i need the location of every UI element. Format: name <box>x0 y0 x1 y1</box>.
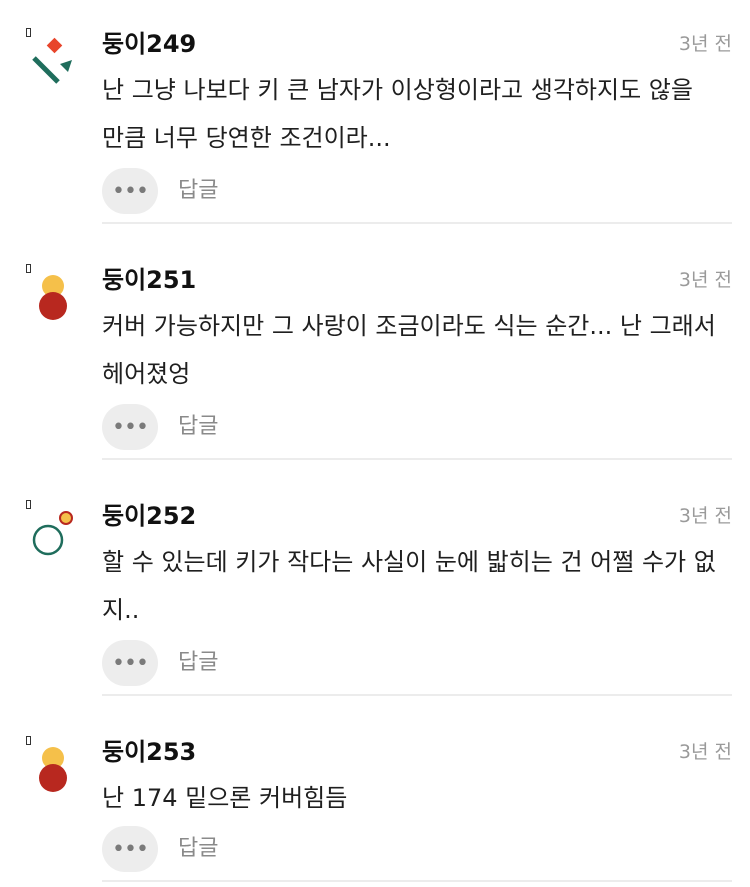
pin-icon <box>26 28 31 37</box>
snowman-avatar-icon <box>39 275 67 320</box>
divider <box>102 694 732 696</box>
comment-item: 둥이249 3년 전 난 그냥 나보다 키 큰 남자가 이상형이라고 생각하지도… <box>0 28 750 224</box>
more-options-button[interactable]: ••• <box>102 640 158 686</box>
comment-time: 3년 전 <box>678 505 732 527</box>
pin-icon <box>26 736 31 745</box>
comment-item: 둥이253 3년 전 난 174 밑으론 커버힘듬 ••• 답글 <box>0 736 750 886</box>
comment-time: 3년 전 <box>678 269 732 291</box>
divider <box>102 458 732 460</box>
avatar[interactable] <box>22 500 82 564</box>
snowman-avatar-icon <box>39 747 67 792</box>
comment-author[interactable]: 둥이249 <box>102 28 196 60</box>
comment-time: 3년 전 <box>678 33 732 55</box>
reply-button[interactable]: 답글 <box>178 640 218 686</box>
geometric-avatar-icon <box>32 37 72 84</box>
avatar[interactable] <box>22 28 82 92</box>
more-options-button[interactable]: ••• <box>102 168 158 214</box>
comment-author[interactable]: 둥이253 <box>102 736 196 768</box>
reply-button[interactable]: 답글 <box>178 404 218 450</box>
comment-item: 둥이252 3년 전 할 수 있는데 키가 작다는 사실이 눈에 밟히는 건 어… <box>0 500 750 696</box>
avatar[interactable] <box>22 264 82 328</box>
comment-item: 둥이251 3년 전 커버 가능하지만 그 사랑이 조금이라도 식는 순간...… <box>0 264 750 460</box>
divider <box>102 222 732 224</box>
avatar[interactable] <box>22 736 82 800</box>
more-options-button[interactable]: ••• <box>102 404 158 450</box>
pin-icon <box>26 500 31 509</box>
reply-button[interactable]: 답글 <box>178 168 218 214</box>
reply-button[interactable]: 답글 <box>178 826 218 872</box>
comment-text: 할 수 있는데 키가 작다는 사실이 눈에 밟히는 건 어쩔 수가 없지.. <box>102 548 716 624</box>
comment-text: 난 그냥 나보다 키 큰 남자가 이상형이라고 생각하지도 않을 만큼 너무 당… <box>102 76 693 152</box>
comment-author[interactable]: 둥이251 <box>102 264 196 296</box>
comment-text: 커버 가능하지만 그 사랑이 조금이라도 식는 순간... 난 그래서 헤어졌엉 <box>102 312 716 388</box>
divider <box>102 880 732 882</box>
comment-time: 3년 전 <box>678 741 732 763</box>
more-options-button[interactable]: ••• <box>102 826 158 872</box>
circle-avatar-icon <box>32 511 73 556</box>
pin-icon <box>26 264 31 273</box>
comment-text: 난 174 밑으론 커버힘듬 <box>102 784 348 812</box>
comment-author[interactable]: 둥이252 <box>102 500 196 532</box>
